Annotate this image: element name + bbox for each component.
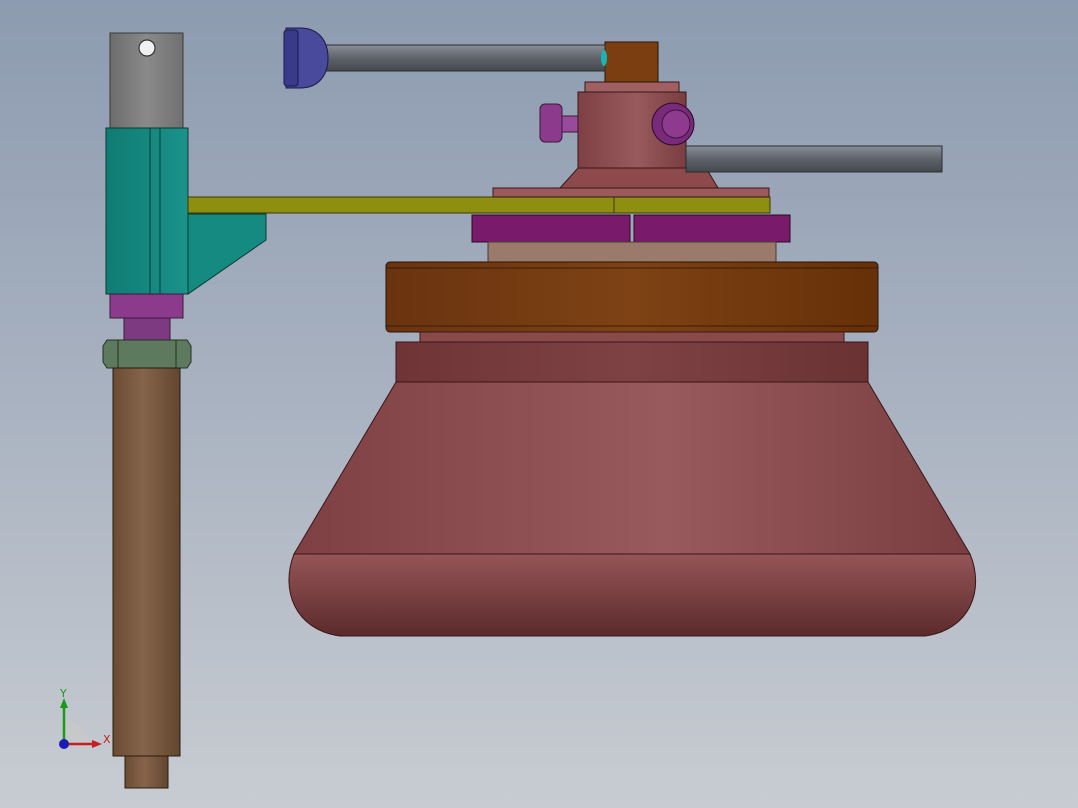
- base-cone[interactable]: [293, 381, 971, 555]
- tan-spacer[interactable]: [487, 241, 777, 263]
- pin-hole: [138, 39, 156, 57]
- base-assembly[interactable]: [288, 214, 977, 637]
- handle-tip: [601, 50, 607, 66]
- olive-arm[interactable]: [187, 196, 771, 214]
- magenta-plate-left[interactable]: [471, 214, 631, 243]
- purple-screw-head[interactable]: [539, 103, 563, 143]
- arm-assembly[interactable]: [187, 196, 771, 214]
- column-assembly[interactable]: [102, 32, 267, 789]
- coordinate-triad: [59, 698, 102, 749]
- hex-nut[interactable]: [102, 339, 192, 369]
- cad-viewport[interactable]: Y X: [0, 0, 1078, 808]
- model-canvas[interactable]: [0, 0, 1078, 808]
- purple-collar[interactable]: [109, 293, 184, 319]
- base-collar[interactable]: [395, 341, 869, 383]
- ball-knob-grip: [283, 29, 299, 87]
- head-post[interactable]: [604, 41, 659, 83]
- triad-x-arrow: [92, 740, 102, 748]
- clamp-block[interactable]: [105, 127, 189, 295]
- magenta-plate-right[interactable]: [633, 214, 791, 243]
- lower-handle-bar[interactable]: [685, 145, 943, 173]
- ring-under-lip[interactable]: [419, 331, 845, 343]
- column-shaft[interactable]: [112, 367, 181, 757]
- purple-knob-cap: [661, 109, 691, 139]
- triad-x-label: X: [103, 733, 111, 746]
- triad-y-label: Y: [60, 687, 67, 700]
- purple-screw-shank[interactable]: [561, 115, 579, 133]
- upper-handle-bar[interactable]: [321, 44, 606, 72]
- purple-collar-lower[interactable]: [123, 317, 171, 341]
- triad-arc: [64, 720, 88, 744]
- base-foot[interactable]: [288, 553, 977, 637]
- head-ring[interactable]: [492, 187, 770, 198]
- head-neck[interactable]: [584, 81, 680, 93]
- clamp-gusset[interactable]: [187, 213, 267, 295]
- orange-ring[interactable]: [385, 261, 879, 333]
- triad-z-origin: [59, 739, 69, 749]
- column-foot[interactable]: [124, 755, 169, 789]
